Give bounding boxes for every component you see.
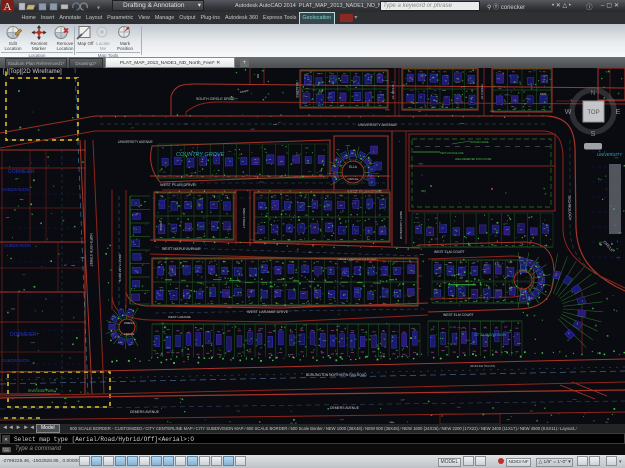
svg-text:AREA RESERVED FOR FUTURE: AREA RESERVED FOR FUTURE [455,158,492,161]
svg-text:WEST ELM COURT: WEST ELM COURT [443,313,474,317]
svg-text:UNIVERSITY AVENUE: UNIVERSITY AVENUE [118,140,153,144]
svg-text:DRIVE: DRIVE [159,221,163,230]
svg-text:(MAINLINE TRACKS): (MAINLINE TRACKS) [470,364,495,368]
svg-text:W: W [565,109,572,116]
svg-text:SUBDIVISION: SUBDIVISION [2,358,29,363]
svg-text:DRAFT: DRAFT [240,89,250,94]
svg-text:UNIVERSITY AVENUE: UNIVERSITY AVENUE [358,123,397,127]
svg-text:TECHNOLOGY: TECHNOLOGY [567,195,572,221]
svg-text:ELLA: ELLA [349,165,358,169]
svg-text:WEST LARAMIE DRIVE: WEST LARAMIE DRIVE [247,310,289,314]
svg-text:52ND STREET: 52ND STREET [242,208,246,229]
svg-text:CIRCLE: CIRCLE [347,177,358,181]
svg-text:E: E [616,109,621,116]
svg-text:CIRCLE: CIRCLE [124,332,134,336]
svg-text:DR: DR [256,74,260,79]
svg-text:BURLINGTON NORTHERN RAILROAD: BURLINGTON NORTHERN RAILROAD [306,373,367,377]
svg-text:COUNTRY GROVE: COUNTRY GROVE [176,152,225,158]
svg-text:NORTH 55TH STREET: NORTH 55TH STREET [89,233,93,266]
svg-text:DEMERS AVENUE: DEMERS AVENUE [330,406,360,410]
svg-text:N: N [590,90,595,97]
svg-text:S: S [430,184,432,188]
svg-text:DEMERS AVENUE: DEMERS AVENUE [130,410,160,414]
svg-text:WEST ELM COURT: WEST ELM COURT [434,250,465,254]
svg-text:DOBMEIER: DOBMEIER [10,332,37,338]
svg-text:RIVERSIDE PARK: RIVERSIDE PARK [28,389,55,393]
svg-text:WEST PLUM DRIVE: WEST PLUM DRIVE [118,254,122,282]
svg-text:N 51ST ST: N 51ST ST [391,85,395,100]
svg-text:WEST LARAMIE: WEST LARAMIE [168,315,191,319]
svg-text:A: A [4,1,12,12]
svg-text:SUBDIVISION: SUBDIVISION [2,187,29,192]
svg-text:SOUTH CIRCLE DRIVE: SOUTH CIRCLE DRIVE [196,97,235,101]
svg-text:(RC): (RC) [421,190,426,193]
svg-text:WEST MAPLE AVENUE: WEST MAPLE AVENUE [162,247,201,251]
svg-text:60 ACRES: 60 ACRES [295,82,299,97]
svg-text:S: S [591,131,596,138]
svg-text:ST SUBDIVISION: ST SUBDIVISION [474,332,506,337]
svg-text:NO BUILD ZONE: NO BUILD ZONE [470,141,489,144]
svg-text:DOBMEIER: DOBMEIER [8,169,35,175]
svg-text:UNIVERSITY: UNIVERSITY [597,152,623,157]
svg-text:WEST LARAMIE DR: WEST LARAMIE DR [399,211,403,240]
svg-text:HIGH VOLTAGE LINE: HIGH VOLTAGE LINE [440,152,464,155]
svg-text:OMEGA: OMEGA [124,321,135,325]
svg-text:N 50TH ST: N 50TH ST [480,84,484,99]
svg-text:TOP: TOP [587,110,599,116]
svg-text:SUBDIVISION: SUBDIVISION [4,243,31,248]
svg-text:WEST PLUM DRIVE: WEST PLUM DRIVE [160,183,196,187]
svg-text:▾: ▾ [97,5,100,11]
